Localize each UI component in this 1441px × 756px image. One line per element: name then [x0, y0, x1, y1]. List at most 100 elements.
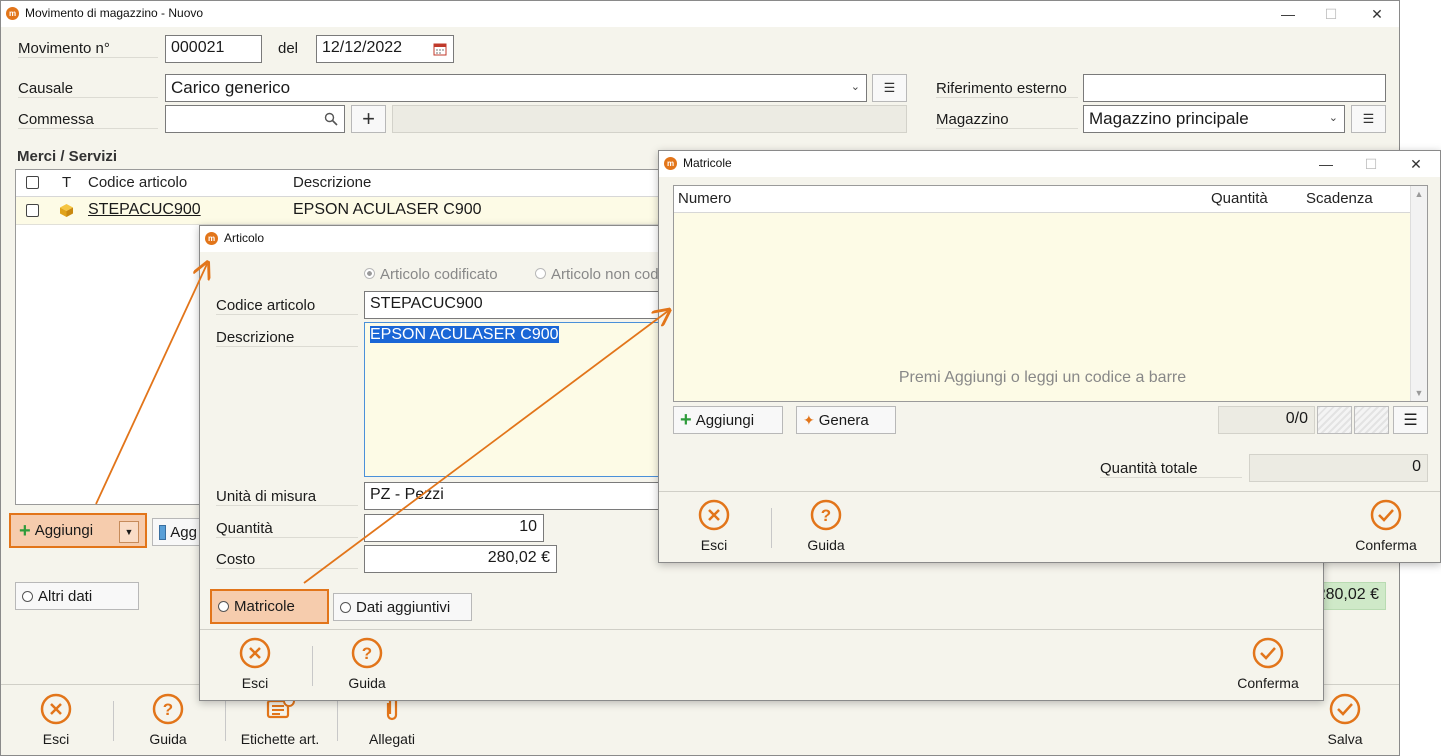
agg-label: Agg [170, 523, 197, 541]
quantita-totale-field: 0 [1249, 454, 1428, 482]
articolo-footer-separator [200, 629, 1323, 630]
select-all-checkbox[interactable] [26, 176, 39, 189]
unita-misura-field[interactable]: PZ - Pezzi [364, 482, 664, 510]
riferimento-label: Riferimento esterno [936, 80, 1078, 98]
movimento-number-field[interactable]: 000021 [165, 35, 262, 63]
main-esci-button[interactable]: Esci [11, 693, 101, 747]
articolo-esci-button[interactable]: Esci [210, 637, 300, 691]
app-logo-icon: m [205, 232, 218, 245]
unita-misura-label: Unità di misura [216, 488, 358, 506]
calendar-icon[interactable] [433, 42, 447, 56]
plus-icon: + [680, 409, 692, 431]
menu-button[interactable]: ☰ [1393, 406, 1428, 434]
salva-button[interactable]: Salva [1300, 693, 1390, 747]
matricole-aggiungi-label: Aggiungi [695, 411, 755, 429]
causale-list-button[interactable]: ☰ [872, 74, 907, 102]
col-scadenza-header[interactable]: Scadenza [1306, 190, 1373, 207]
causale-value: Carico generico [171, 78, 291, 97]
causale-select[interactable]: Carico generico ⌄ [165, 74, 867, 102]
genera-button[interactable]: ✦ Genera [796, 406, 896, 434]
aggiungi-button[interactable]: + Aggiungi ▼ [9, 513, 147, 548]
chevron-up-icon[interactable]: ▲ [1411, 189, 1427, 199]
close-circle-icon [698, 499, 730, 531]
secondary-aggiungi-button[interactable]: Agg [152, 518, 204, 546]
radio-icon [535, 268, 546, 279]
search-icon[interactable] [324, 112, 338, 126]
col-numero-header[interactable]: Numero [678, 190, 731, 207]
col-quantita-header[interactable]: Quantità [1211, 190, 1268, 207]
matricole-label: Matricole [234, 598, 295, 615]
sparkle-icon: ✦ [803, 411, 815, 428]
main-guida-label: Guida [149, 731, 187, 747]
dati-aggiuntivi-button[interactable]: Dati aggiuntivi [333, 593, 472, 621]
articolo-conferma-button[interactable]: Conferma [1223, 637, 1313, 691]
date-field[interactable]: 12/12/2022 [316, 35, 454, 63]
footer-divider [225, 701, 226, 741]
matricole-aggiungi-button[interactable]: + Aggiungi [673, 406, 783, 434]
col-descrizione-header[interactable]: Descrizione [293, 174, 371, 191]
col-codice-header[interactable]: Codice articolo [88, 174, 187, 191]
main-guida-button[interactable]: ? Guida [123, 693, 213, 747]
descrizione-label: Descrizione [216, 329, 358, 347]
matricole-grid[interactable]: Numero Quantità Scadenza ▲ ▼ Premi Aggiu… [673, 185, 1428, 402]
footer-divider [337, 701, 338, 741]
commessa-field[interactable] [165, 105, 345, 133]
minimize-icon[interactable]: — [1315, 154, 1337, 174]
matricole-title: Matricole [683, 156, 732, 170]
row-checkbox[interactable] [26, 204, 39, 217]
movimento-label: Movimento n° [18, 40, 158, 58]
check-circle-icon [1370, 499, 1402, 531]
genera-label: Genera [818, 411, 869, 429]
dropdown-toggle[interactable]: ▼ [119, 521, 139, 543]
add-commessa-button[interactable]: + [351, 105, 386, 133]
footer-divider [113, 701, 114, 741]
altri-dati-button[interactable]: Altri dati [15, 582, 139, 610]
codice-articolo-field[interactable]: STEPACUC900 [364, 291, 664, 319]
list-icon: ☰ [1362, 111, 1375, 126]
salva-label: Salva [1327, 731, 1363, 747]
app-logo-icon: m [6, 7, 19, 20]
riferimento-field[interactable] [1083, 74, 1386, 102]
radio-codificato[interactable]: Articolo codificato [364, 266, 498, 283]
hatched-button[interactable] [1354, 406, 1389, 434]
etichette-button[interactable]: Etichette art. [235, 693, 325, 747]
matricole-esci-button[interactable]: Esci [669, 499, 759, 553]
plus-icon: + [362, 106, 375, 131]
radio-non-codificato[interactable]: Articolo non cod [535, 266, 659, 283]
check-circle-icon [1252, 637, 1284, 669]
box-icon [60, 204, 73, 217]
quantita-label: Quantità [216, 520, 358, 538]
aggiungi-label: Aggiungi [34, 522, 94, 539]
close-icon[interactable]: ✕ [1405, 154, 1427, 174]
maximize-icon[interactable]: ☐ [1360, 154, 1382, 174]
costo-field[interactable]: 280,02 € [364, 545, 557, 573]
chevron-down-icon[interactable]: ▼ [1411, 388, 1427, 398]
minimize-icon[interactable]: — [1277, 4, 1299, 24]
table-row[interactable]: STEPACUC900 EPSON ACULASER C900 [16, 197, 674, 225]
row-codice[interactable]: STEPACUC900 [88, 201, 201, 219]
chevron-down-icon[interactable]: ⌄ [1329, 111, 1338, 124]
matricole-conferma-button[interactable]: Conferma [1341, 499, 1431, 553]
quantita-totale-label: Quantità totale [1100, 460, 1242, 478]
magazzino-value: Magazzino principale [1089, 109, 1249, 128]
descrizione-value: EPSON ACULASER C900 [370, 326, 559, 343]
matricole-esci-label: Esci [700, 537, 728, 553]
hatched-button[interactable] [1317, 406, 1352, 434]
maximize-icon[interactable]: ☐ [1320, 4, 1342, 24]
scrollbar[interactable]: ▲ ▼ [1410, 186, 1427, 401]
magazzino-select[interactable]: Magazzino principale ⌄ [1083, 105, 1345, 133]
close-icon[interactable]: ✕ [1366, 4, 1388, 24]
matricole-button[interactable]: Matricole [210, 589, 329, 624]
svg-text:?: ? [362, 644, 372, 663]
descrizione-textarea[interactable]: EPSON ACULASER C900 [364, 322, 664, 477]
quantita-field[interactable]: 10 [364, 514, 544, 542]
allegati-button[interactable]: Allegati [347, 693, 437, 747]
magazzino-list-button[interactable]: ☰ [1351, 105, 1386, 133]
radio-non-codificato-label: Articolo non cod [551, 266, 659, 283]
check-circle-icon [1329, 693, 1361, 725]
matricole-guida-button[interactable]: ? Guida [781, 499, 871, 553]
chevron-down-icon[interactable]: ⌄ [851, 80, 860, 93]
close-circle-icon [40, 693, 72, 725]
articolo-guida-button[interactable]: ? Guida [322, 637, 412, 691]
help-circle-icon: ? [351, 637, 383, 669]
